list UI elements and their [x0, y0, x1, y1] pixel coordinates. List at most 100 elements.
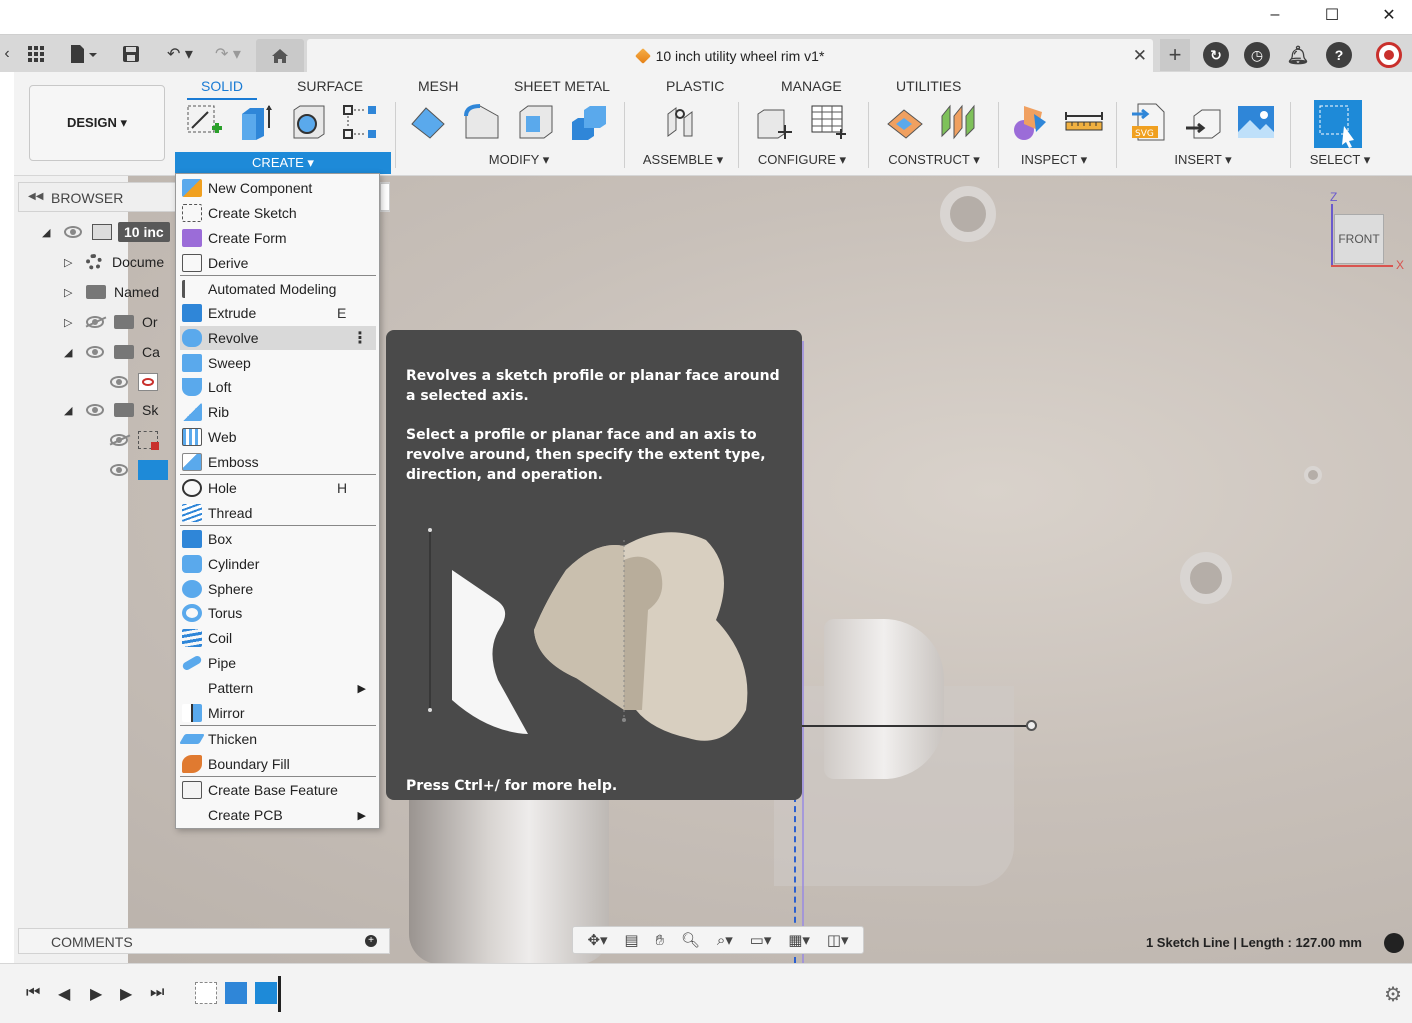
expand-triangle-icon[interactable]: ◢: [64, 346, 76, 359]
menu-item-new-component[interactable]: New Component: [180, 176, 376, 200]
browser-search-field[interactable]: [380, 183, 390, 211]
configure-table-icon[interactable]: [754, 102, 794, 142]
menu-item-rib[interactable]: Rib: [180, 400, 376, 424]
measure-status-icon[interactable]: [1384, 933, 1404, 953]
insert-mesh-icon[interactable]: [1184, 102, 1224, 142]
menu-item-create-pcb[interactable]: Create PCB ▶: [180, 803, 376, 827]
create-group-button[interactable]: CREATE ▾: [175, 152, 391, 174]
redo-icon[interactable]: ↷ ▾: [208, 41, 248, 67]
fillet-tool-icon[interactable]: [462, 102, 502, 142]
viewcube-front[interactable]: FRONT: [1334, 214, 1384, 264]
play-icon[interactable]: ▶: [90, 984, 102, 1004]
insert-canvas-icon[interactable]: [1236, 102, 1276, 142]
menu-item-emboss[interactable]: Emboss: [180, 450, 376, 474]
close-window-button[interactable]: ✕: [1366, 0, 1412, 30]
orbit-icon[interactable]: ✥▾: [587, 931, 607, 949]
shell-tool-icon[interactable]: [516, 102, 556, 142]
browser-item-origin[interactable]: ▷ Or: [64, 310, 158, 334]
menu-item-box[interactable]: Box: [180, 527, 376, 551]
look-at-icon[interactable]: ▤: [624, 931, 638, 949]
zoom-icon[interactable]: 🔍︎: [681, 931, 700, 949]
notifications-icon[interactable]: 🔔︎: [1285, 42, 1311, 68]
menu-item-torus[interactable]: Torus: [180, 601, 376, 625]
browser-item-canvases[interactable]: ◢ Ca: [64, 340, 160, 364]
tab-manage[interactable]: MANAGE: [781, 78, 842, 94]
help-icon[interactable]: ?: [1326, 42, 1352, 68]
menu-item-thread[interactable]: Thread: [180, 501, 376, 525]
tab-mesh[interactable]: MESH: [418, 78, 458, 94]
create-sketch-tool-icon[interactable]: [184, 102, 224, 142]
comments-panel[interactable]: COMMENTS +: [18, 928, 390, 954]
menu-item-pipe[interactable]: Pipe: [180, 651, 376, 675]
browser-item-sketches[interactable]: ◢ Sk: [64, 398, 158, 422]
offset-plane-icon[interactable]: [886, 102, 926, 142]
hole-tool-icon[interactable]: [288, 102, 328, 142]
zoom-window-icon[interactable]: ⌕▾: [717, 931, 733, 949]
menu-item-automated-modeling[interactable]: Automated Modeling: [180, 277, 376, 301]
modify-group-button[interactable]: MODIFY ▾: [454, 152, 584, 168]
go-to-end-icon[interactable]: ⏭: [150, 984, 164, 1002]
menu-item-create-base-feature[interactable]: Create Base Feature: [180, 778, 376, 802]
timeline-marker[interactable]: [278, 976, 281, 1012]
user-avatar[interactable]: [1376, 42, 1402, 68]
menu-item-create-form[interactable]: Create Form: [180, 226, 376, 250]
menu-item-hole[interactable]: Hole H: [180, 476, 376, 500]
document-tab[interactable]: 10 inch utility wheel rim v1* ✕: [307, 39, 1153, 73]
browser-root-component[interactable]: ◢ 10 inc: [42, 220, 170, 244]
browser-item-document-settings[interactable]: ▷ Docume: [64, 250, 164, 274]
tab-sheet-metal[interactable]: SHEET METAL: [514, 78, 610, 94]
hidden-eye-icon[interactable]: [86, 316, 104, 328]
grid-settings-icon[interactable]: ▦▾: [788, 931, 810, 949]
grid-icon[interactable]: [24, 41, 48, 67]
menu-item-thicken[interactable]: Thicken: [179, 727, 376, 751]
insert-svg-icon[interactable]: SVG: [1130, 102, 1170, 142]
visibility-eye-icon[interactable]: [86, 346, 104, 358]
add-comment-icon[interactable]: +: [365, 935, 377, 947]
midplane-icon[interactable]: [938, 102, 978, 142]
menu-item-extrude[interactable]: Extrude E: [180, 301, 376, 325]
chevron-left-icon[interactable]: ‹: [0, 41, 14, 67]
configuration-icon[interactable]: [808, 102, 848, 142]
joint-tool-icon[interactable]: [660, 102, 700, 142]
step-forward-icon[interactable]: ▶: [120, 984, 132, 1004]
browser-item-sketch-active[interactable]: [110, 458, 168, 482]
menu-item-sweep[interactable]: Sweep: [180, 351, 376, 375]
maximize-button[interactable]: ☐: [1309, 0, 1355, 30]
step-back-icon[interactable]: ◀: [58, 984, 70, 1004]
go-to-start-icon[interactable]: ⏮: [26, 984, 40, 1002]
expand-triangle-icon[interactable]: ◢: [42, 226, 54, 239]
menu-item-cylinder[interactable]: Cylinder: [180, 552, 376, 576]
tab-surface[interactable]: SURFACE: [297, 78, 363, 94]
select-tool-icon[interactable]: [1314, 100, 1362, 148]
visibility-eye-icon[interactable]: [64, 226, 82, 238]
undo-icon[interactable]: ↶ ▾: [160, 41, 200, 67]
home-icon[interactable]: [256, 39, 304, 73]
sketch-point[interactable]: [1026, 720, 1037, 731]
visibility-eye-icon[interactable]: [110, 376, 128, 388]
combine-tool-icon[interactable]: [570, 102, 610, 142]
visibility-eye-icon[interactable]: [86, 404, 104, 416]
hidden-eye-icon[interactable]: [110, 434, 128, 446]
minimize-button[interactable]: –: [1252, 0, 1298, 30]
pattern-tool-icon[interactable]: [340, 102, 380, 142]
visibility-eye-icon[interactable]: [110, 464, 128, 476]
browser-item-canvas-image[interactable]: [110, 370, 158, 394]
collapse-browser-icon[interactable]: ◀◀: [28, 191, 43, 202]
close-tab-icon[interactable]: ✕: [1133, 46, 1147, 66]
timeline-active-sketch-item[interactable]: [255, 982, 277, 1004]
press-pull-tool-icon[interactable]: [408, 102, 448, 142]
display-settings-icon[interactable]: ▭▾: [750, 931, 772, 949]
pan-icon[interactable]: ✋︎: [655, 932, 664, 949]
menu-item-sphere[interactable]: Sphere: [180, 577, 376, 601]
expand-triangle-icon[interactable]: ▷: [64, 316, 76, 329]
interference-icon[interactable]: [1010, 102, 1050, 142]
menu-item-loft[interactable]: Loft: [180, 375, 376, 399]
menu-item-derive[interactable]: Derive: [180, 251, 376, 275]
job-status-icon[interactable]: ◷: [1244, 42, 1270, 68]
browser-item-sketch-locked[interactable]: [110, 428, 159, 452]
sketch-profile-line[interactable]: [802, 341, 804, 963]
configure-group-button[interactable]: CONFIGURE ▾: [754, 152, 850, 168]
menu-item-mirror[interactable]: Mirror: [180, 701, 376, 725]
file-menu-icon[interactable]: [64, 41, 102, 67]
inspect-group-button[interactable]: INSPECT ▾: [1014, 152, 1094, 168]
